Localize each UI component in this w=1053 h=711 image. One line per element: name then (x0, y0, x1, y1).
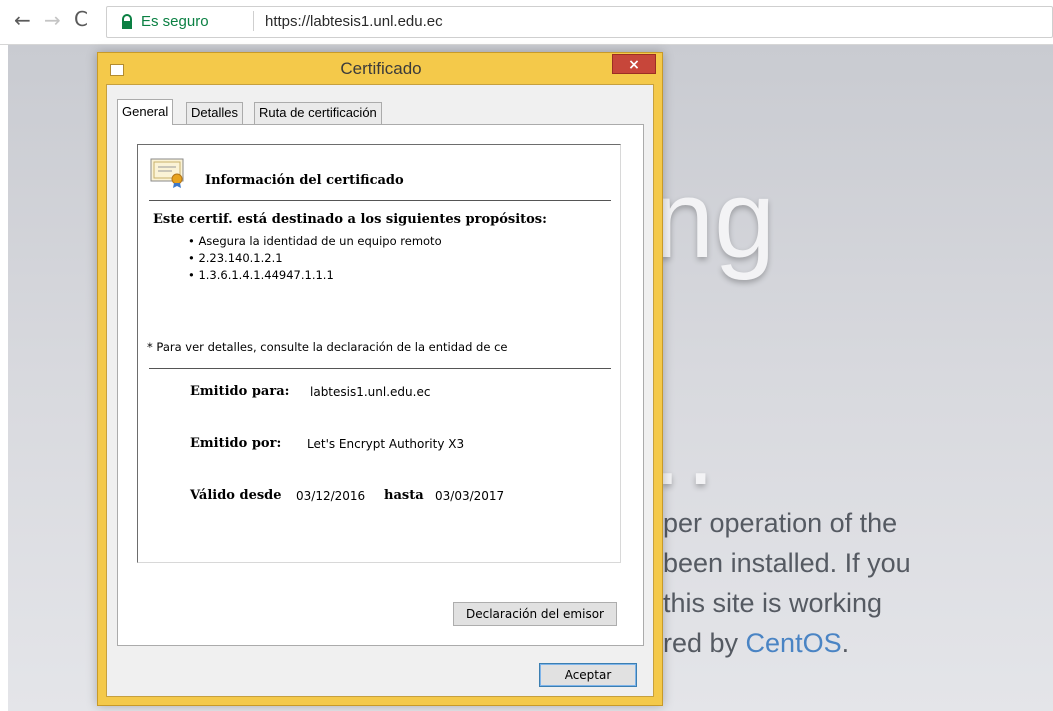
purpose-item: • 2.23.140.1.2.1 (188, 251, 283, 265)
url-text[interactable]: https://labtesis1.unl.edu.ec (265, 13, 443, 30)
issuer-statement-button[interactable]: Declaración del emisor (453, 602, 617, 626)
issued-to-value: labtesis1.unl.edu.ec (310, 385, 431, 399)
paragraph-line: per operation of the (663, 508, 898, 538)
divider (149, 200, 611, 201)
browser-address-bar: ← → C Es seguro https://labtesis1.unl.ed… (0, 0, 1053, 45)
certificate-info-title: Información del certificado (205, 173, 404, 188)
certificate-info-box: Información del certificado Este certif.… (137, 144, 621, 563)
certificate-dialog: Certificado × General Detalles Ruta de c… (97, 52, 663, 706)
general-tab-panel: Información del certificado Este certif.… (117, 124, 644, 646)
tab-detalles[interactable]: Detalles (186, 102, 243, 124)
details-note: * Para ver detalles, consulte la declara… (147, 340, 508, 354)
paragraph-line-suffix: . (841, 628, 850, 658)
paragraph-line: been installed. If you (663, 548, 911, 578)
centos-link[interactable]: CentOS (746, 628, 842, 658)
reload-icon[interactable]: C (74, 9, 88, 29)
lock-icon (122, 14, 132, 29)
issued-to-label: Emitido para: (190, 384, 290, 399)
issued-by-label: Emitido por: (190, 436, 282, 451)
valid-to-label: hasta (384, 488, 424, 503)
issued-by-value: Let's Encrypt Authority X3 (307, 437, 465, 451)
paragraph-line-text: red by (663, 628, 746, 658)
secure-label: Es seguro (141, 13, 209, 30)
back-arrow-icon[interactable]: ← (14, 10, 31, 30)
paragraph-line: this site is working (663, 588, 883, 618)
tab-general[interactable]: General (117, 99, 174, 125)
purpose-item: • 1.3.6.1.4.1.44947.1.1.1 (188, 268, 334, 282)
close-button[interactable]: × (612, 54, 656, 74)
valid-to-value: 03/03/2017 (435, 489, 505, 503)
dialog-client-area: General Detalles Ruta de certificación I… (106, 84, 654, 697)
purposes-heading: Este certif. está destinado a los siguie… (153, 212, 547, 227)
certificate-icon (150, 158, 184, 188)
purpose-item: • Asegura la identidad de un equipo remo… (188, 234, 442, 248)
divider (149, 368, 611, 369)
dialog-title: Certificado (340, 59, 422, 78)
paragraph-line: red by CentOS. (663, 623, 911, 663)
url-separator (253, 11, 254, 31)
valid-from-value: 03/12/2016 (296, 489, 366, 503)
valid-from-label: Válido desde (190, 488, 282, 503)
page-heading-fragment: ng (653, 158, 776, 281)
omnibox[interactable]: Es seguro https://labtesis1.unl.edu.ec (106, 6, 1053, 38)
ok-button[interactable]: Aceptar (539, 663, 637, 687)
forward-arrow-icon[interactable]: → (44, 10, 61, 30)
page-heading-dots: .. (653, 394, 721, 506)
page-paragraph: per operation of the been installed. If … (663, 503, 911, 663)
tab-ruta-certificacion[interactable]: Ruta de certificación (254, 102, 382, 124)
